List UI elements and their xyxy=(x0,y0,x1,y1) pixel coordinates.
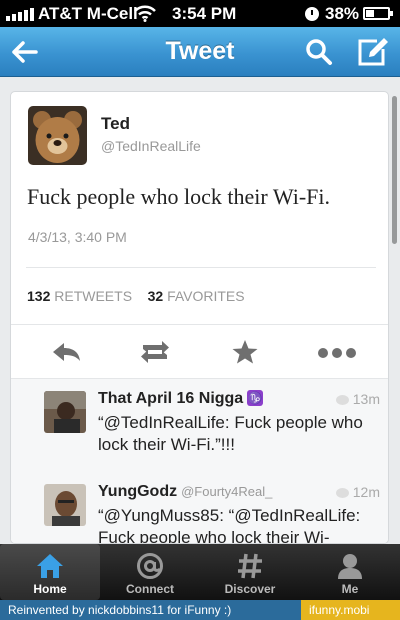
tweet-card: Ted @TedInRealLife Fuck people who lock … xyxy=(10,91,389,544)
tab-me[interactable]: Me xyxy=(300,544,400,600)
status-time: 3:54 PM xyxy=(172,4,237,23)
favorite-icon[interactable] xyxy=(228,339,262,365)
home-icon xyxy=(37,554,63,578)
tab-label: Discover xyxy=(224,582,276,596)
avatar[interactable] xyxy=(44,484,86,526)
person-icon xyxy=(338,554,362,579)
tweet-timestamp: 4/3/13, 3:40 PM xyxy=(28,229,127,245)
more-icon[interactable] xyxy=(317,339,357,365)
status-bar: AT&T M-Cell 3:54 PM 38% xyxy=(0,0,400,27)
tab-label: Me xyxy=(341,582,359,596)
compose-icon[interactable] xyxy=(355,35,389,69)
retweets-label[interactable]: RETWEETS xyxy=(54,288,132,304)
speech-bubble-icon xyxy=(335,395,349,405)
tweet-text: Fuck people who lock their Wi-Fi. xyxy=(27,184,330,209)
battery-percent: 38% xyxy=(325,4,360,23)
avatar[interactable] xyxy=(44,391,86,433)
zodiac-badge: ♑ xyxy=(247,390,264,406)
favorites-count[interactable]: 32 xyxy=(148,288,164,304)
list-item[interactable]: That April 16 Nigga ♑ 13m “@TedInRealLife… xyxy=(11,379,388,479)
reply-icon[interactable] xyxy=(49,339,83,365)
navigation-bar: Tweet xyxy=(0,27,400,77)
reply-author-handle[interactable]: @Fourty4Real_ xyxy=(181,484,272,499)
alarm-clock-icon xyxy=(305,7,319,21)
reply-time: 12m xyxy=(335,484,380,500)
favorites-label[interactable]: FAVORITES xyxy=(167,288,245,304)
reply-author[interactable]: That April 16 Nigga ♑ xyxy=(98,390,264,408)
tab-label: Home xyxy=(33,582,67,596)
battery-icon xyxy=(363,7,393,20)
watermark-bar: Reinvented by nickdobbins11 for iFunny :… xyxy=(0,600,400,620)
search-icon[interactable] xyxy=(303,36,335,68)
list-item[interactable]: YungGodz @Fourty4Real_ 12m “@YungMuss85: … xyxy=(11,472,388,544)
signal-strength-icon xyxy=(6,7,36,21)
watermark-text: Reinvented by nickdobbins11 for iFunny :… xyxy=(8,603,232,617)
retweets-count[interactable]: 132 xyxy=(27,288,50,304)
retweet-icon[interactable] xyxy=(138,339,172,365)
page-title: Tweet xyxy=(165,37,235,65)
at-icon xyxy=(137,553,163,579)
tab-home[interactable]: Home xyxy=(0,544,100,600)
tweet-actions xyxy=(11,324,388,379)
tweet-stats: 132 RETWEETS 32 FAVORITES xyxy=(27,288,245,304)
reply-author-name[interactable]: YungGodz xyxy=(98,483,177,500)
tab-bar: Home Connect Discover Me xyxy=(0,544,400,600)
reply-time: 13m xyxy=(335,391,380,407)
speech-bubble-icon xyxy=(335,488,349,498)
divider xyxy=(26,267,376,268)
reply-text: “@TedInRealLife: Fuck people who lock th… xyxy=(98,413,363,454)
carrier-name: AT&T M-Cell xyxy=(38,4,138,23)
hashtag-icon xyxy=(238,553,262,579)
reply-text: “@YungMuss85: “@TedInRealLife: Fuck peop… xyxy=(98,506,361,544)
tab-connect[interactable]: Connect xyxy=(100,544,200,600)
wifi-icon xyxy=(134,5,156,22)
author-name[interactable]: Ted xyxy=(101,114,130,134)
reply-author[interactable]: YungGodz @Fourty4Real_ xyxy=(98,483,272,501)
reply-author-name[interactable]: That April 16 Nigga xyxy=(98,390,243,407)
tab-label: Connect xyxy=(126,582,174,596)
tab-discover[interactable]: Discover xyxy=(200,544,300,600)
author-handle[interactable]: @TedInRealLife xyxy=(101,138,201,154)
scrollbar[interactable] xyxy=(392,96,397,244)
watermark-site: ifunny.mobi xyxy=(301,600,400,620)
avatar[interactable] xyxy=(28,106,87,165)
